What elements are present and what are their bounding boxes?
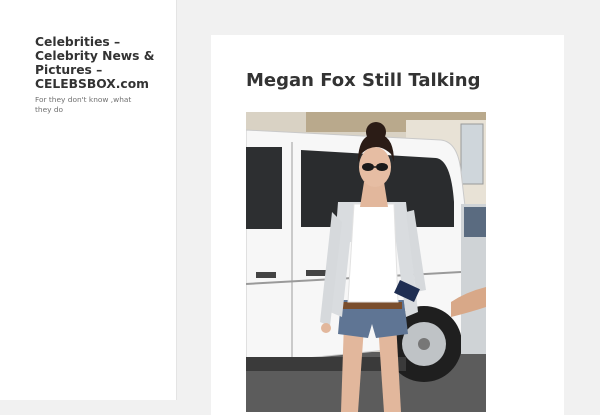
site-description: For they don't know ,what they do — [35, 95, 132, 114]
featured-image[interactable] — [246, 112, 486, 412]
post-title[interactable]: Megan Fox Still Talking — [246, 69, 536, 93]
post-article: Megan Fox Still Talking — [211, 35, 564, 415]
site-title-link[interactable]: Celebrities – Celebrity News & Pictures … — [35, 35, 160, 91]
sidebar: Celebrities – Celebrity News & Pictures … — [0, 0, 177, 400]
